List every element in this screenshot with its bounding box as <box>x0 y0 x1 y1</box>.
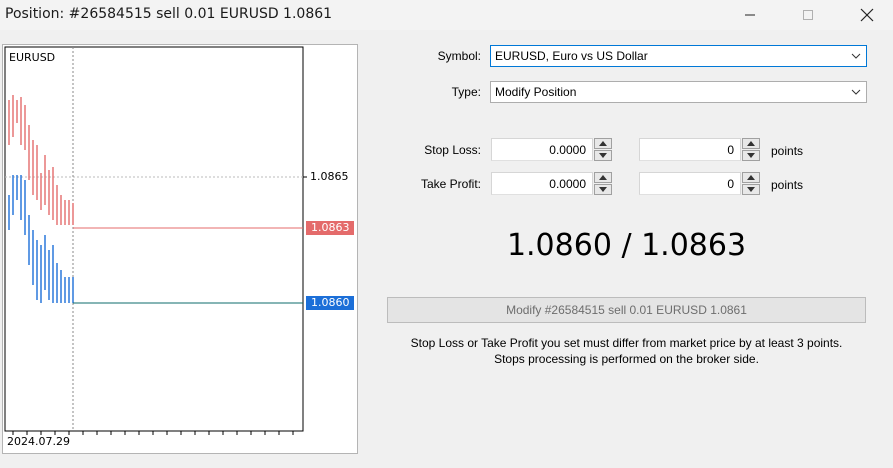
spin-up-button[interactable] <box>742 172 760 183</box>
bid-ask-quote: 1.0860 / 1.0863 <box>506 228 747 263</box>
close-button[interactable] <box>844 0 890 30</box>
tick-chart-plot <box>4 46 307 435</box>
stop-loss-price-input[interactable]: 0.0000 <box>491 138 593 161</box>
arrow-up-icon <box>747 141 755 146</box>
arrow-up-icon <box>599 175 607 180</box>
stop-loss-price-spinner[interactable] <box>594 138 612 161</box>
take-profit-price-spinner[interactable] <box>594 172 612 195</box>
bid-price-label: 1.0860 <box>306 296 354 310</box>
modify-position-button[interactable]: Modify #26584515 sell 0.01 EURUSD 1.0861 <box>387 297 866 323</box>
type-select[interactable]: Modify Position <box>490 81 867 103</box>
spin-up-button[interactable] <box>742 138 760 149</box>
type-value: Modify Position <box>495 85 577 99</box>
take-profit-points-input[interactable]: 0 <box>639 172 741 195</box>
arrow-down-icon <box>747 153 755 158</box>
spin-down-button[interactable] <box>594 184 612 195</box>
title-bar: Position: #26584515 sell 0.01 EURUSD 1.0… <box>0 0 893 30</box>
points-unit-label: points <box>771 178 804 192</box>
price-tick-label: 1.0865 <box>310 170 349 183</box>
chevron-down-icon <box>851 89 861 95</box>
take-profit-points-spinner[interactable] <box>742 172 760 195</box>
arrow-down-icon <box>599 153 607 158</box>
symbol-value: EURUSD, Euro vs US Dollar <box>495 49 648 63</box>
arrow-up-icon <box>747 175 755 180</box>
symbol-select[interactable]: EURUSD, Euro vs US Dollar <box>490 45 867 67</box>
ask-price-label: 1.0863 <box>306 221 354 235</box>
stop-loss-label: Stop Loss: <box>424 143 481 157</box>
arrow-down-icon <box>599 187 607 192</box>
type-label: Type: <box>451 85 481 99</box>
take-profit-price-input[interactable]: 0.0000 <box>491 172 593 195</box>
stops-note-line-2: Stops processing is performed on the bro… <box>494 352 759 366</box>
chevron-down-icon <box>851 53 861 59</box>
maximize-icon <box>803 10 813 20</box>
spin-down-button[interactable] <box>742 150 760 161</box>
arrow-up-icon <box>599 141 607 146</box>
tick-chart[interactable]: EURUSD 1.0865 1.0863 1.0860 2024.07.29 <box>2 44 358 454</box>
minimize-button[interactable] <box>727 0 773 30</box>
stops-note: Stop Loss or Take Profit you set must di… <box>387 335 866 367</box>
spin-down-button[interactable] <box>594 150 612 161</box>
maximize-button[interactable] <box>785 0 831 30</box>
stop-loss-points-input[interactable]: 0 <box>639 138 741 161</box>
symbol-label: Symbol: <box>437 49 481 63</box>
window-title: Position: #26584515 sell 0.01 EURUSD 1.0… <box>5 6 333 22</box>
date-label: 2024.07.29 <box>7 435 70 448</box>
minimize-icon <box>745 14 755 16</box>
chart-symbol: EURUSD <box>9 51 56 64</box>
points-unit-label: points <box>771 144 804 158</box>
spin-down-button[interactable] <box>742 184 760 195</box>
spin-up-button[interactable] <box>594 172 612 183</box>
arrow-down-icon <box>747 187 755 192</box>
plot-frame <box>4 46 304 432</box>
close-icon <box>860 8 874 22</box>
stops-note-line-1: Stop Loss or Take Profit you set must di… <box>410 336 843 350</box>
take-profit-label: Take Profit: <box>420 177 481 191</box>
spin-up-button[interactable] <box>594 138 612 149</box>
stop-loss-points-spinner[interactable] <box>742 138 760 161</box>
